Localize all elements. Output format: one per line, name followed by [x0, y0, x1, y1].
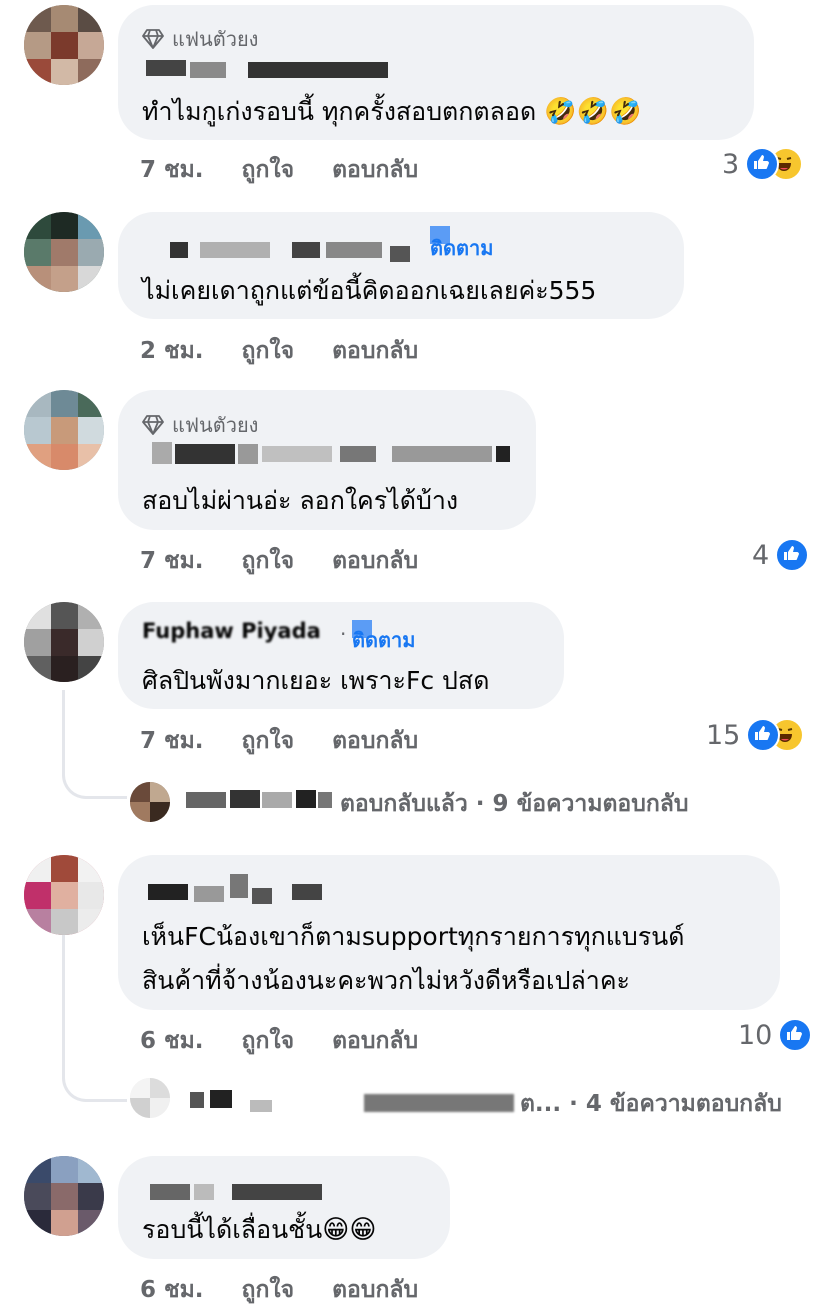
reaction-count: 15 — [706, 719, 741, 751]
comment-actions: 6 ชม. ถูกใจ ตอบกลับ — [140, 1023, 448, 1059]
diamond-icon — [142, 29, 164, 49]
commenter-name[interactable]: Fuphaw Piyada — [142, 619, 321, 643]
thread-line — [62, 690, 127, 799]
comment-time[interactable]: 6 ชม. — [140, 1277, 204, 1303]
view-replies-link[interactable]: ต... · 4 ข้อความตอบกลับ — [520, 1086, 782, 1122]
comment-actions: 2 ชม. ถูกใจ ตอบกลับ — [140, 333, 448, 369]
comment-time[interactable]: 7 ชม. — [140, 548, 204, 574]
reaction-count: 4 — [752, 539, 770, 571]
like-button[interactable]: ถูกใจ — [242, 157, 295, 183]
avatar[interactable] — [24, 390, 104, 470]
avatar[interactable] — [24, 602, 104, 682]
avatar[interactable] — [24, 855, 104, 935]
comment-text: ไม่เคยเดาถูกแต่ข้อนี้คิดออกเฉยเลยค่ะ555 — [142, 276, 597, 305]
name-separator: · — [340, 622, 347, 646]
reply-button[interactable]: ตอบกลับ — [332, 157, 418, 183]
reaction-summary[interactable]: 3 — [722, 147, 804, 181]
comment-actions: 7 ชม. ถูกใจ ตอบกลับ — [140, 543, 448, 579]
comment-actions: 7 ชม. ถูกใจ ตอบกลับ — [140, 723, 448, 759]
avatar[interactable] — [24, 212, 104, 292]
like-button[interactable]: ถูกใจ — [242, 548, 295, 574]
like-icon — [778, 1018, 813, 1052]
reaction-count: 10 — [738, 1019, 773, 1051]
reaction-summary[interactable]: 10 — [738, 1018, 813, 1052]
view-replies-link[interactable]: ตอบกลับแล้ว · 9 ข้อความตอบกลับ — [340, 786, 688, 822]
reply-button[interactable]: ตอบกลับ — [332, 338, 418, 364]
comment-time[interactable]: 7 ชม. — [140, 728, 204, 754]
reaction-summary[interactable]: 4 — [752, 538, 810, 572]
like-button[interactable]: ถูกใจ — [242, 728, 295, 754]
like-button[interactable]: ถูกใจ — [242, 1028, 295, 1054]
rofl-emoji: 🤣🤣🤣 — [544, 97, 642, 127]
like-icon — [775, 538, 810, 572]
reply-button[interactable]: ตอบกลับ — [332, 728, 418, 754]
follow-link[interactable]: ติดตาม — [430, 226, 493, 260]
reply-button[interactable]: ตอบกลับ — [332, 1277, 418, 1303]
badge-label: แฟนตัวยง — [172, 27, 259, 51]
badge-label: แฟนตัวยง — [172, 413, 259, 437]
grin-emoji: 😁😁 — [322, 1215, 377, 1245]
reaction-summary[interactable]: 15 — [706, 718, 805, 752]
comment-text: ทำไมกูเก่งรอบนี้ ทุกครั้งสอบตกตลอด 🤣🤣🤣 — [142, 97, 642, 127]
comment-text-line-1: เห็นFCน้องเขาก็ตามsupportทุกรายการทุกแบร… — [142, 922, 685, 951]
top-fan-badge: แฟนตัวยง — [142, 23, 258, 55]
comment-text: สอบไม่ผ่านอ่ะ ลอกใครได้บ้าง — [142, 486, 459, 515]
like-button[interactable]: ถูกใจ — [242, 1277, 295, 1303]
comment-time[interactable]: 7 ชม. — [140, 157, 204, 183]
like-button[interactable]: ถูกใจ — [242, 338, 295, 364]
reply-avatar[interactable] — [130, 1078, 170, 1118]
comment-text: ศิลปินพังมากเยอะ เพราะFc ปสด — [142, 666, 490, 695]
top-fan-badge: แฟนตัวยง — [142, 409, 258, 441]
diamond-icon — [142, 415, 164, 435]
reply-button[interactable]: ตอบกลับ — [332, 548, 418, 574]
comment-time[interactable]: 2 ชม. — [140, 338, 204, 364]
reply-avatar[interactable] — [130, 782, 170, 822]
comment-actions: 6 ชม. ถูกใจ ตอบกลับ — [140, 1272, 448, 1308]
comment-time[interactable]: 6 ชม. — [140, 1028, 204, 1054]
comment-actions: 7 ชม. ถูกใจ ตอบกลับ — [140, 152, 448, 188]
like-icon — [746, 718, 781, 752]
comment-text: รอบนี้ได้เลื่อนชั้น😁😁 — [142, 1215, 377, 1245]
follow-link[interactable]: ติดตาม — [352, 620, 415, 654]
thread-line — [62, 935, 127, 1102]
avatar[interactable] — [24, 5, 104, 85]
avatar[interactable] — [24, 1156, 104, 1236]
reply-button[interactable]: ตอบกลับ — [332, 1028, 418, 1054]
like-icon — [745, 147, 780, 181]
reaction-count: 3 — [722, 148, 740, 180]
comment-text-line-2: สินค้าที่จ้างน้องนะคะพวกไม่หวังดีหรือเปล… — [142, 966, 630, 995]
